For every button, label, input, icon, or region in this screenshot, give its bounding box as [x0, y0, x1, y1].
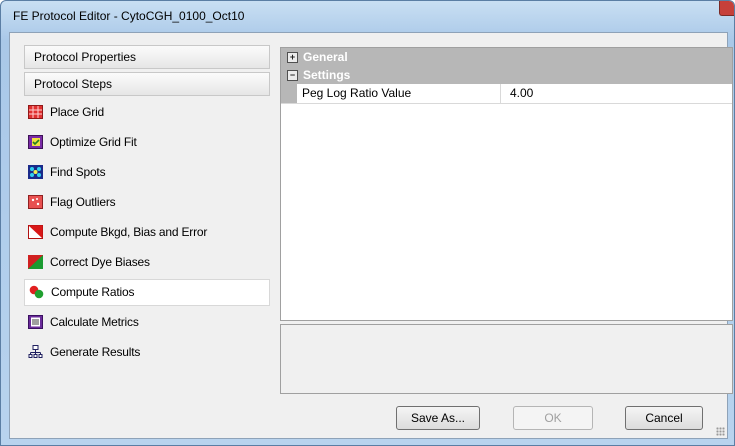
- save-as-button[interactable]: Save As...: [396, 406, 480, 430]
- protocol-properties-header[interactable]: Protocol Properties: [24, 45, 270, 69]
- protocol-editor-window: FE Protocol Editor - CytoCGH_0100_Oct10 …: [0, 0, 735, 446]
- category-label: General: [303, 50, 348, 64]
- compute-bkgd-icon: [28, 225, 43, 239]
- step-label: Compute Bkgd, Bias and Error: [50, 225, 208, 239]
- title-bar[interactable]: FE Protocol Editor - CytoCGH_0100_Oct10: [1, 1, 734, 31]
- step-label: Correct Dye Biases: [50, 255, 150, 269]
- dialog-client-area: Protocol Properties Protocol Steps Place…: [9, 32, 733, 439]
- correct-dye-icon: [28, 255, 43, 269]
- expand-icon[interactable]: +: [287, 52, 298, 63]
- generate-results-icon: [28, 345, 43, 358]
- optimize-grid-icon: [28, 135, 43, 149]
- step-generate-results[interactable]: Generate Results: [24, 339, 270, 366]
- property-row-peg-log-ratio[interactable]: Peg Log Ratio Value 4.00: [281, 84, 732, 104]
- property-name: Peg Log Ratio Value: [300, 84, 501, 103]
- step-label: Calculate Metrics: [50, 315, 139, 329]
- window-title: FE Protocol Editor - CytoCGH_0100_Oct10: [13, 9, 245, 23]
- place-grid-icon: [28, 105, 43, 119]
- category-label: Settings: [303, 68, 351, 82]
- step-label: Place Grid: [50, 105, 105, 119]
- category-settings[interactable]: − Settings: [281, 66, 732, 84]
- cancel-button[interactable]: Cancel: [625, 406, 703, 430]
- step-find-spots[interactable]: Find Spots: [24, 159, 270, 186]
- row-gutter: [281, 84, 297, 103]
- calculate-metrics-icon: [28, 315, 43, 329]
- protocol-steps-header[interactable]: Protocol Steps: [24, 72, 270, 96]
- step-correct-dye-biases[interactable]: Correct Dye Biases: [24, 249, 270, 276]
- property-grid: + General − Settings Peg Log Ratio Value…: [280, 47, 733, 321]
- step-compute-bkgd[interactable]: Compute Bkgd, Bias and Error: [24, 219, 270, 246]
- step-label: Find Spots: [50, 165, 106, 179]
- property-description-panel: [280, 324, 733, 394]
- flag-outliers-icon: [28, 195, 43, 209]
- step-calculate-metrics[interactable]: Calculate Metrics: [24, 309, 270, 336]
- collapse-icon[interactable]: −: [287, 70, 298, 81]
- ok-button[interactable]: OK: [513, 406, 593, 430]
- step-label: Generate Results: [50, 345, 141, 359]
- protocol-navigation: Protocol Properties Protocol Steps Place…: [24, 45, 270, 366]
- resize-grip[interactable]: [716, 427, 725, 436]
- step-label: Flag Outliers: [50, 195, 116, 209]
- step-flag-outliers[interactable]: Flag Outliers: [24, 189, 270, 216]
- category-general[interactable]: + General: [281, 48, 732, 66]
- compute-ratios-icon: [29, 285, 44, 299]
- step-optimize-grid-fit[interactable]: Optimize Grid Fit: [24, 129, 270, 156]
- find-spots-icon: [28, 165, 43, 179]
- step-compute-ratios[interactable]: Compute Ratios: [24, 279, 270, 306]
- step-label: Compute Ratios: [51, 285, 135, 299]
- step-label: Optimize Grid Fit: [50, 135, 137, 149]
- close-icon[interactable]: [719, 1, 734, 16]
- step-place-grid[interactable]: Place Grid: [24, 99, 270, 126]
- property-value[interactable]: 4.00: [510, 84, 533, 103]
